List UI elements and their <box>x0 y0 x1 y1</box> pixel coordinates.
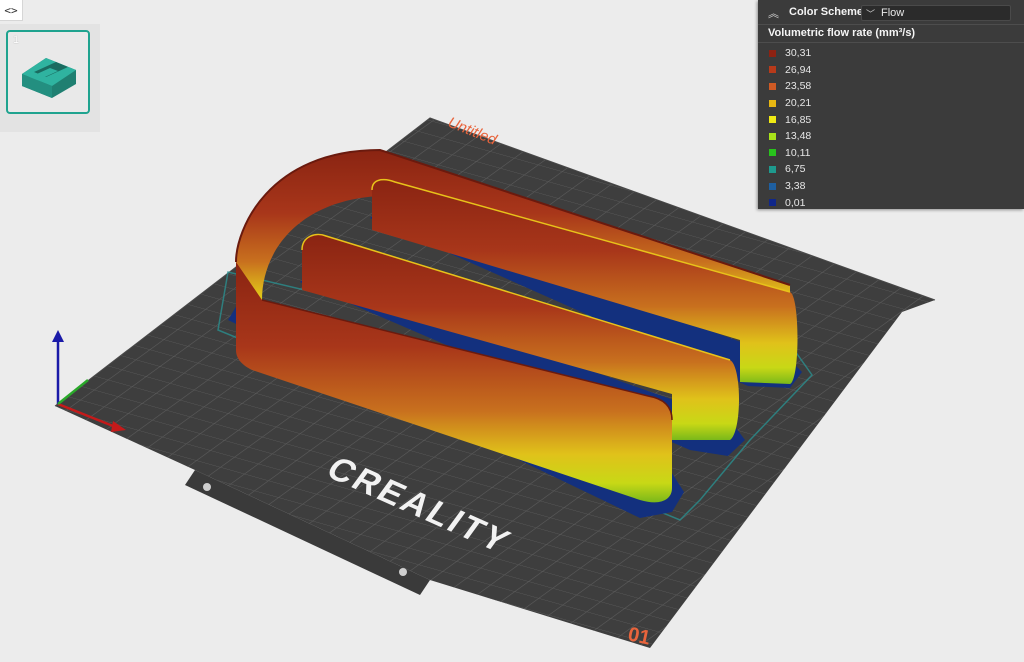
legend-swatch <box>769 182 776 190</box>
part-preview-icon <box>22 58 76 98</box>
chevron-up-double-icon[interactable]: ︽ <box>768 5 779 21</box>
legend-item: 3,38 <box>758 178 1024 195</box>
legend-value: 10,11 <box>785 146 811 159</box>
legend-swatch <box>769 165 776 173</box>
legend-value: 6,75 <box>785 163 806 176</box>
legend-item: 0,01 <box>758 194 1024 211</box>
legend-value: 23,58 <box>785 80 812 93</box>
legend-item: 30,31 <box>758 45 1024 62</box>
legend-item: 23,58 <box>758 78 1024 95</box>
color-scheme-dropdown[interactable]: ﹀ Flow <box>861 5 1011 21</box>
legend-swatch <box>769 82 776 90</box>
legend-swatch <box>769 132 776 140</box>
legend-item: 10,11 <box>758 145 1024 162</box>
sidebar-toggle-button[interactable]: <> <box>0 0 23 21</box>
legend-swatch <box>769 49 776 57</box>
code-toggle-icon: <> <box>4 3 18 17</box>
plate-list-panel: 1 <box>0 24 100 132</box>
legend-item: 16,85 <box>758 111 1024 128</box>
plate-thumbnail[interactable]: 1 <box>6 30 90 114</box>
legend-swatch <box>769 116 776 124</box>
legend-value: 30,31 <box>785 47 812 60</box>
legend-list: 30,31 26,94 23,58 20,21 16,85 13,48 10,11 6,75 3… <box>758 43 1024 211</box>
legend-value: 3,38 <box>785 180 806 193</box>
legend-value: 16,85 <box>785 113 812 126</box>
legend-value: 20,21 <box>785 97 812 110</box>
color-scheme-label: Color Scheme <box>789 6 863 18</box>
legend-value: 0,01 <box>785 196 806 209</box>
legend-item: 26,94 <box>758 62 1024 79</box>
plate-number-label: 01 <box>626 623 652 649</box>
legend-item: 20,21 <box>758 95 1024 112</box>
legend-title: Volumetric flow rate (mm³/s) <box>758 24 1024 43</box>
legend-value: 26,94 <box>785 63 812 76</box>
chevron-down-icon: ﹀ <box>866 8 876 19</box>
color-scheme-selected-value: Flow <box>881 7 905 19</box>
legend-item: 13,48 <box>758 128 1024 145</box>
legend-item: 6,75 <box>758 161 1024 178</box>
legend-swatch <box>769 199 776 207</box>
legend-swatch <box>769 149 776 157</box>
legend-swatch <box>769 99 776 107</box>
legend-swatch <box>769 66 776 74</box>
legend-header: ︽ Color Scheme ﹀ Flow <box>758 0 1024 24</box>
color-scheme-legend: ︽ Color Scheme ﹀ Flow Volumetric flow ra… <box>758 0 1024 209</box>
legend-value: 13,48 <box>785 130 812 143</box>
